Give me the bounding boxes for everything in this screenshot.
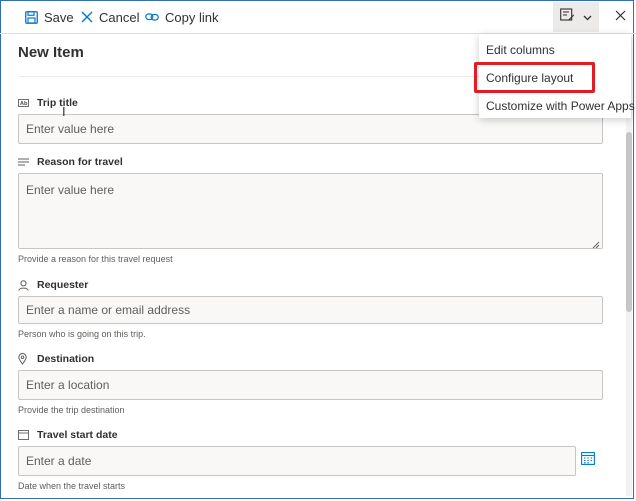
travel-start-date-input[interactable]: Enter a date	[18, 446, 576, 476]
svg-text:Ab: Ab	[20, 101, 28, 107]
command-bar: Save Cancel Copy link	[0, 0, 636, 34]
edit-form-icon	[560, 7, 575, 27]
resize-handle-icon[interactable]	[592, 238, 600, 249]
scrollbar-thumb[interactable]	[626, 132, 632, 312]
trip-title-label: Ab Trip title	[18, 97, 78, 109]
destination-label: Destination	[18, 353, 94, 365]
travel-start-date-label: Travel start date	[18, 429, 118, 441]
text-cursor-icon: I	[62, 104, 66, 119]
multiline-text-icon	[18, 158, 30, 167]
link-icon	[145, 11, 159, 23]
close-icon	[615, 8, 626, 26]
edit-form-button[interactable]	[553, 2, 599, 32]
destination-placeholder: Enter a location	[26, 378, 110, 392]
save-label: Save	[44, 9, 74, 25]
cancel-icon	[81, 11, 93, 23]
travel-start-date-placeholder: Enter a date	[26, 454, 92, 468]
requester-input[interactable]: Enter a name or email address	[18, 296, 603, 324]
reason-helper-text: Provide a reason for this travel request	[18, 254, 173, 264]
person-icon	[18, 279, 30, 291]
requester-helper-text: Person who is going on this trip.	[18, 329, 146, 339]
save-icon	[25, 10, 38, 24]
travel-start-date-helper-text: Date when the travel starts	[18, 481, 126, 491]
trip-title-placeholder: Enter value here	[26, 122, 115, 136]
text-field-icon: Ab	[18, 99, 30, 107]
highlight-annotation	[474, 62, 595, 93]
copy-link-label: Copy link	[165, 9, 219, 25]
date-picker-button[interactable]	[578, 451, 598, 471]
reason-for-travel-textarea[interactable]: Enter value here	[18, 173, 603, 249]
copy-link-button[interactable]: Copy link	[145, 0, 218, 34]
chevron-down-icon	[583, 8, 592, 26]
cancel-label: Cancel	[99, 9, 140, 25]
requester-label: Requester	[18, 279, 88, 291]
page-title: New Item	[18, 44, 84, 61]
requester-placeholder: Enter a name or email address	[26, 303, 191, 317]
close-button[interactable]	[610, 6, 630, 28]
menu-item-edit-columns[interactable]: Edit columns	[486, 43, 555, 57]
calendar-icon	[18, 430, 30, 440]
menu-item-customize-power-apps[interactable]: Customize with Power Apps	[486, 99, 635, 113]
reason-for-travel-label: Reason for travel	[18, 156, 123, 168]
location-pin-icon	[18, 353, 30, 365]
destination-helper-text: Provide the trip destination	[18, 405, 125, 415]
reason-placeholder: Enter value here	[26, 183, 115, 197]
save-button[interactable]: Save	[25, 0, 74, 34]
cancel-button[interactable]: Cancel	[81, 0, 139, 34]
trip-title-input[interactable]: Enter value here	[18, 114, 603, 144]
calendar-picker-icon	[581, 452, 595, 470]
destination-input[interactable]: Enter a location	[18, 370, 603, 400]
